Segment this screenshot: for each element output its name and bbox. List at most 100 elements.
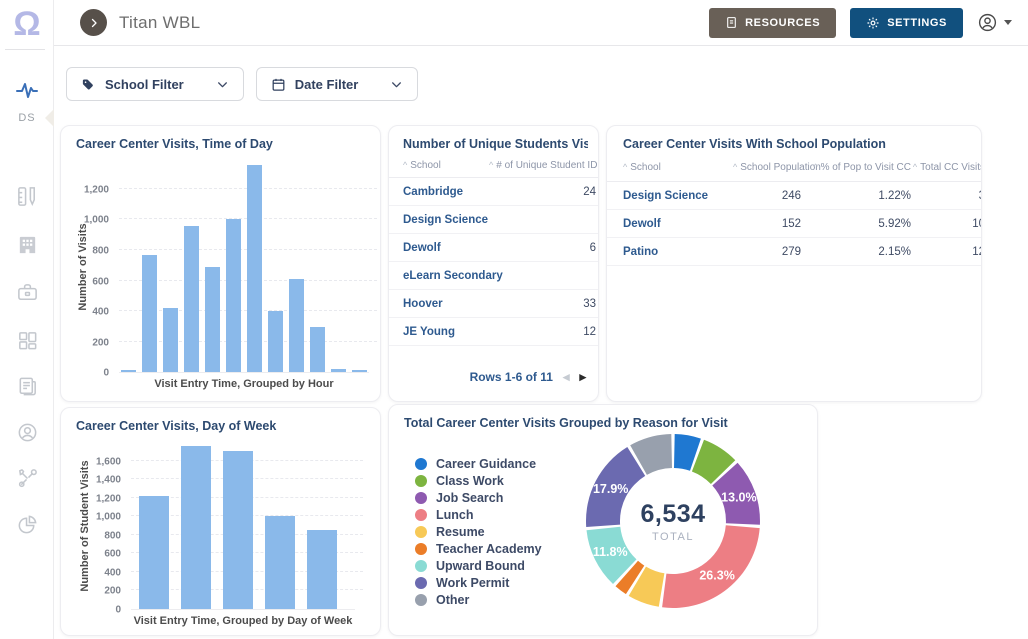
table-cell-value: 2.15% [801, 246, 911, 258]
sidebar-item-schools[interactable] [0, 233, 54, 256]
sort-icon[interactable]: ^ [403, 160, 407, 170]
column-header-pct-pop[interactable]: % of Pop to Visit CC [821, 162, 911, 173]
legend-item[interactable]: Resume [415, 523, 542, 540]
school-link[interactable]: Dewolf [623, 218, 733, 230]
y-tick-label: 0 [103, 368, 109, 379]
sidebar-item-reports[interactable] [0, 375, 54, 398]
legend-item[interactable]: Work Permit [415, 574, 542, 591]
bar[interactable] [223, 451, 253, 609]
active-item-pointer [45, 109, 54, 127]
legend-dot [415, 560, 427, 572]
column-header-school[interactable]: School [630, 162, 661, 173]
bar[interactable] [307, 530, 337, 609]
bar[interactable] [181, 446, 211, 609]
legend-item[interactable]: Class Work [415, 472, 542, 489]
y-tick-label: 1,200 [96, 493, 121, 504]
bar[interactable] [289, 279, 304, 372]
bar[interactable] [121, 370, 136, 372]
card-visits-day-of-week: Career Center Visits, Day of Week Number… [60, 407, 381, 636]
card-title: Number of Unique Students Visi... [403, 137, 588, 151]
tag-icon [81, 77, 96, 92]
sidebar-item-tools[interactable] [0, 467, 54, 490]
bar[interactable] [205, 267, 220, 372]
pagination: Rows 1-6 of 11 ◂ ▸ [470, 369, 586, 385]
user-circle-icon [16, 421, 39, 444]
sidebar-item-measure[interactable] [0, 185, 54, 208]
x-axis-title: Visit Entry Time, Grouped by Day of Week [105, 615, 381, 627]
gear-icon [866, 16, 880, 30]
sidebar-item-dashboard[interactable] [0, 329, 54, 352]
legend-item[interactable]: Career Guidance [415, 455, 542, 472]
school-link[interactable]: eLearn Secondary [403, 270, 503, 282]
sort-icon[interactable]: ^ [733, 162, 737, 172]
settings-button[interactable]: SETTINGS [850, 8, 963, 38]
table-row: Cambridge24 [389, 178, 598, 206]
resources-button[interactable]: RESOURCES [709, 8, 836, 38]
legend-label: Job Search [436, 491, 503, 505]
sidebar-item-analytics[interactable] [0, 513, 54, 536]
next-page-icon[interactable]: ▸ [579, 369, 586, 385]
divider [5, 49, 45, 50]
bar[interactable] [142, 255, 157, 372]
y-tick-label: 1,600 [96, 456, 121, 467]
school-link[interactable]: JE Young [403, 326, 455, 338]
school-filter-label: School Filter [105, 77, 184, 92]
bar[interactable] [310, 327, 325, 372]
y-tick-label: 400 [104, 567, 121, 578]
bar[interactable] [352, 370, 367, 372]
column-header-school[interactable]: School [410, 160, 441, 171]
legend-label: Class Work [436, 474, 504, 488]
bar[interactable] [139, 496, 169, 609]
sidebar-item-work[interactable] [0, 281, 54, 304]
legend-dot [415, 594, 427, 606]
sort-icon[interactable]: ^ [623, 162, 627, 172]
bar[interactable] [184, 226, 199, 372]
school-link[interactable]: Cambridge [403, 186, 463, 198]
column-header-total-visits[interactable]: Total CC Visits [920, 162, 982, 173]
school-link[interactable]: Design Science [403, 214, 488, 226]
bar[interactable] [226, 219, 241, 372]
school-link[interactable]: Design Science [623, 190, 733, 202]
pagination-label: Rows 1-6 of 11 [470, 370, 553, 384]
bar-chart-plot [119, 161, 369, 373]
sort-icon[interactable]: ^ [913, 162, 917, 172]
unique-ids-value: 6 [590, 242, 596, 254]
bar[interactable] [247, 165, 262, 372]
table-row: Design Science [389, 206, 598, 234]
school-link[interactable]: Dewolf [403, 242, 441, 254]
table-row: Dewolf1525.92%10 [607, 210, 981, 238]
bar-chart-plot [131, 444, 355, 610]
dashboard-grid-icon [16, 329, 39, 352]
school-filter-dropdown[interactable]: School Filter [66, 67, 244, 101]
pie-chart-icon [16, 513, 39, 536]
legend-item[interactable]: Other [415, 591, 542, 608]
legend-label: Work Permit [436, 576, 509, 590]
sort-icon[interactable]: ^ [813, 162, 817, 172]
legend-item[interactable]: Lunch [415, 506, 542, 523]
table-header: ^School ^School Population ^% of Pop to … [607, 156, 981, 182]
chevron-down-icon [216, 78, 229, 91]
column-header-unique-ids[interactable]: # of Unique Student ID [496, 160, 597, 171]
previous-page-icon[interactable]: ◂ [563, 369, 570, 385]
user-menu[interactable] [977, 12, 1012, 33]
sidebar-item-users[interactable] [0, 421, 54, 444]
school-link[interactable]: Patino [623, 246, 733, 258]
date-filter-label: Date Filter [295, 77, 359, 92]
bar[interactable] [331, 369, 346, 372]
sidebar-item-activity[interactable] [0, 78, 54, 102]
bar[interactable] [268, 311, 283, 372]
school-link[interactable]: Hoover [403, 298, 443, 310]
sort-icon[interactable]: ^ [489, 160, 493, 170]
table-header: ^School ^# of Unique Student ID [389, 156, 598, 178]
table-body: Cambridge24 Design Science Dewolf 6 eLearn S… [389, 178, 598, 346]
legend-item[interactable]: Job Search [415, 489, 542, 506]
bar[interactable] [265, 516, 295, 609]
legend-item[interactable]: Upward Bound [415, 557, 542, 574]
pie-slice-lunch[interactable] [662, 525, 760, 608]
legend-item[interactable]: Teacher Academy [415, 540, 542, 557]
bar[interactable] [163, 308, 178, 372]
y-tick-label: 1,400 [96, 475, 121, 486]
expand-button[interactable] [80, 9, 107, 36]
date-filter-dropdown[interactable]: Date Filter [256, 67, 419, 101]
legend-label: Other [436, 593, 469, 607]
